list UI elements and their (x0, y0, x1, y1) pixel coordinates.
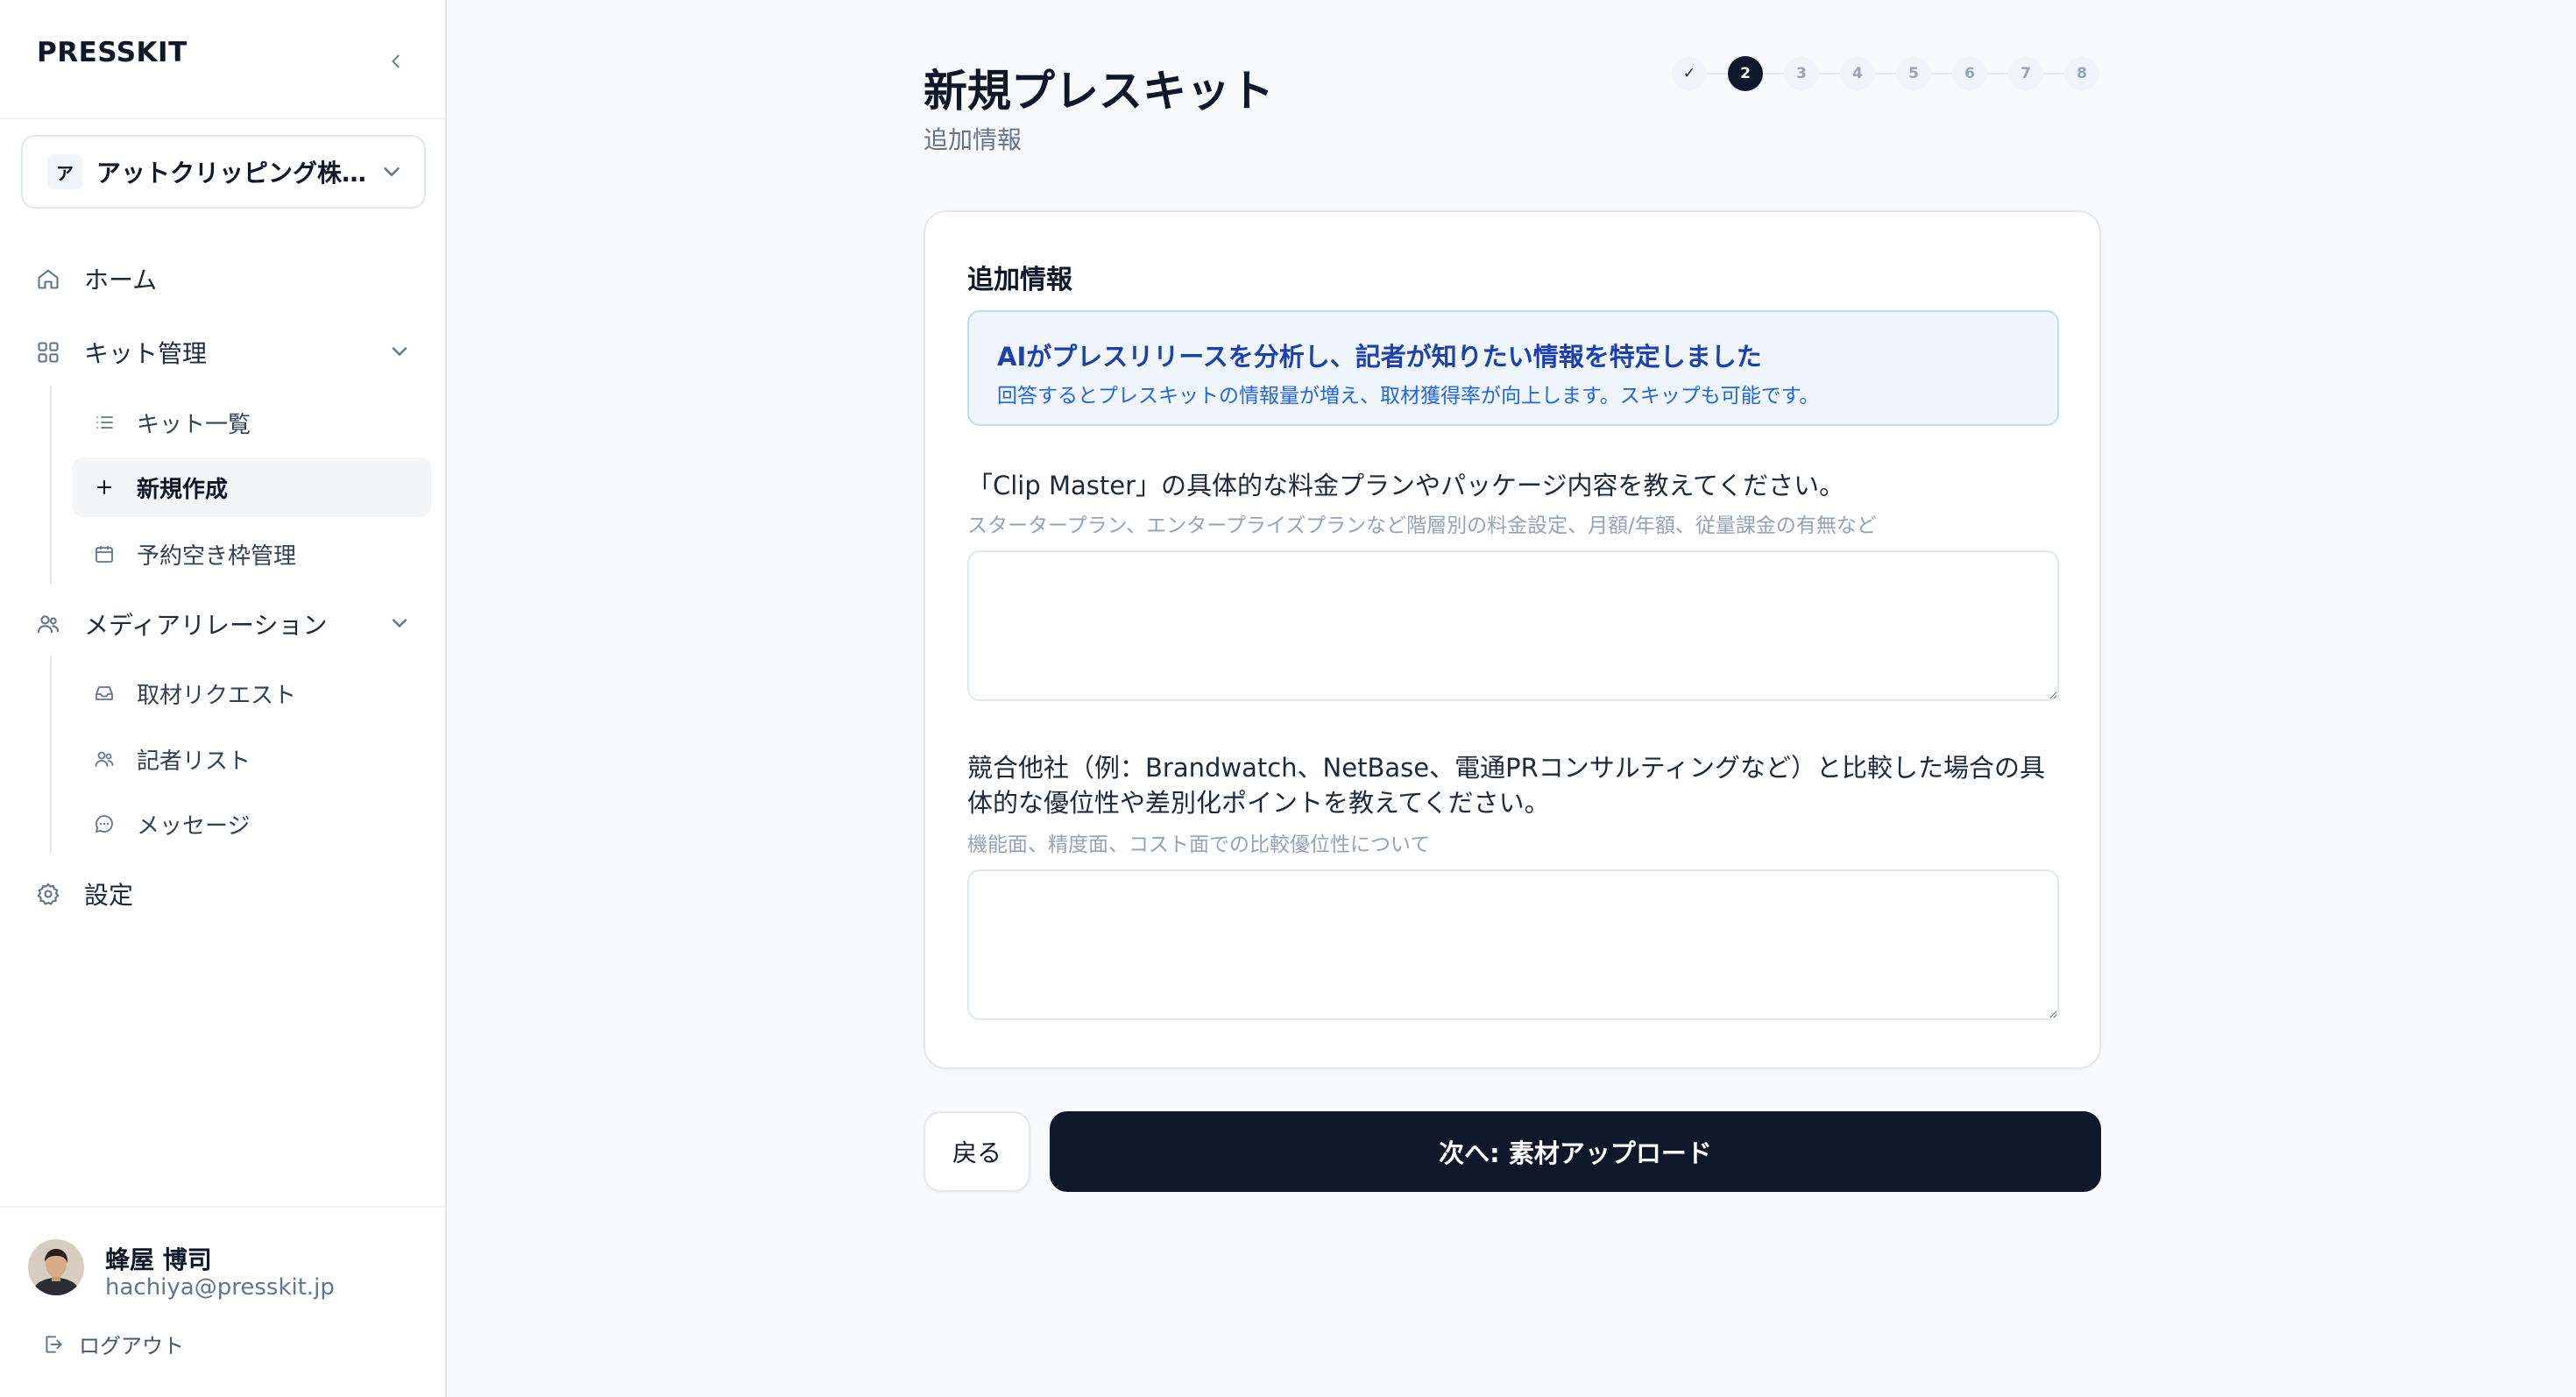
card-title: 追加情報 (967, 265, 1072, 295)
org-avatar: ア (47, 154, 82, 189)
nav-kit-list[interactable]: キット一覧 (72, 393, 431, 452)
step-connector (1819, 73, 1840, 74)
step-connector (1875, 73, 1896, 74)
ai-notice-heading: AIがプレスリリースを分析し、記者が知りたい情報を特定しました (997, 342, 1762, 372)
sidebar: PRESSKIT ア アットクリッピング株式会社 ホーム キット管理 (0, 0, 447, 1397)
nav-new-create[interactable]: 新規作成 (72, 457, 431, 517)
home-icon (35, 266, 61, 292)
plus-icon (91, 474, 117, 500)
nav-kit-management-label: キット管理 (84, 339, 208, 368)
step-4: 4 (1840, 56, 1875, 91)
step-connector (1763, 73, 1784, 74)
inbox-icon (91, 680, 117, 706)
nav-reservation-label: 予約空き枠管理 (137, 542, 297, 570)
nav-reporter-list[interactable]: 記者リスト (72, 729, 431, 789)
nav-kit-management[interactable]: キット管理 (35, 326, 421, 379)
user-block: 蜂屋 博司 hachiya@presskit.jp ログアウト (0, 1206, 445, 1397)
nav-settings[interactable]: 設定 (35, 868, 421, 920)
step-connector (1987, 73, 2008, 74)
gear-icon (35, 881, 61, 907)
app-root: PRESSKIT ア アットクリッピング株式会社 ホーム キット管理 (0, 0, 2576, 1397)
nav-interview-requests[interactable]: 取材リクエスト (72, 663, 431, 723)
chevron-down-icon (392, 619, 407, 628)
step-5: 5 (1896, 56, 1931, 91)
calendar-icon (91, 541, 117, 567)
logout-label: ログアウト (79, 1334, 184, 1358)
nav-messages-label: メッセージ (137, 812, 251, 840)
nav-media-relations[interactable]: メディアリレーション (35, 598, 421, 650)
organization-selector[interactable]: ア アットクリッピング株式会社 (21, 135, 426, 209)
submenu-line (50, 656, 52, 854)
list-icon (91, 409, 117, 436)
nav-home-label: ホーム (84, 266, 158, 294)
logout-button[interactable]: ログアウト (42, 1329, 184, 1359)
step-7: 7 (2008, 56, 2043, 91)
users-icon (91, 746, 117, 772)
ai-notice-body: 回答するとプレスキットの情報量が増え、取材獲得率が向上します。スキップも可能です… (997, 385, 1820, 408)
nav-reporter-list-label: 記者リスト (137, 748, 251, 775)
question-2-answer[interactable] (967, 869, 2059, 1020)
step-8: 8 (2064, 56, 2099, 91)
step-connector (1931, 73, 1952, 74)
nav-kit-list-label: キット一覧 (137, 411, 251, 438)
avatar[interactable] (28, 1239, 84, 1295)
question-1-answer[interactable] (967, 550, 2059, 701)
page-subtitle: 追加情報 (924, 125, 1023, 154)
step-connector (2043, 73, 2064, 74)
next-button[interactable]: 次へ: 素材アップロード (1050, 1111, 2101, 1192)
logo: PRESSKIT (37, 37, 188, 68)
nav-home[interactable]: ホーム (35, 252, 421, 305)
page-title: 新規プレスキット (924, 66, 1274, 117)
question-2-label: 競合他社（例：Brandwatch、NetBase、電通PRコンサルティングなど… (967, 753, 2045, 818)
ai-notice: AIがプレスリリースを分析し、記者が知りたい情報を特定しました 回答するとプレス… (967, 310, 2059, 426)
step-3: 3 (1784, 56, 1819, 91)
step-1-done[interactable]: ✓ (1672, 56, 1707, 91)
stepper: ✓ 2 3 4 5 6 7 8 (1672, 56, 2099, 91)
org-name: アットクリッピング株式会社 (96, 159, 368, 188)
submenu-line (50, 386, 52, 584)
question-1-hint: スタータープラン、エンタープライズプランなど階層別の料金設定、月額/年額、従量課… (967, 514, 1877, 537)
question-1-label: 「Clip Master」の具体的な料金プランやパッケージ内容を教えてください。 (967, 471, 1845, 500)
nav-interview-requests-label: 取材リクエスト (137, 682, 297, 709)
brand-row: PRESSKIT (0, 0, 445, 119)
logout-icon (46, 1335, 62, 1353)
chevron-down-icon (392, 347, 407, 357)
nav-settings-label: 設定 (84, 881, 134, 910)
user-email: hachiya@presskit.jp (105, 1274, 335, 1301)
grid-icon (35, 339, 61, 365)
question-2-hint: 機能面、精度面、コスト面での比較優位性について (967, 833, 1431, 856)
additional-info-card: 追加情報 AIがプレスリリースを分析し、記者が知りたい情報を特定しました 回答す… (924, 210, 2101, 1069)
step-connector (1707, 73, 1728, 74)
users-icon (35, 611, 61, 637)
user-name: 蜂屋 博司 (105, 1245, 212, 1274)
message-icon (91, 811, 117, 837)
nav-new-create-label: 新規作成 (137, 476, 229, 503)
nav-messages[interactable]: メッセージ (72, 794, 431, 854)
nav-media-relations-label: メディアリレーション (84, 611, 328, 640)
chevron-left-icon (392, 54, 400, 68)
collapse-sidebar-button[interactable] (379, 44, 414, 79)
chevron-down-icon (384, 167, 400, 176)
step-2[interactable]: 2 (1728, 56, 1763, 91)
step-6: 6 (1952, 56, 1987, 91)
back-button[interactable]: 戻る (924, 1111, 1030, 1192)
nav-reservation[interactable]: 予約空き枠管理 (72, 524, 431, 584)
